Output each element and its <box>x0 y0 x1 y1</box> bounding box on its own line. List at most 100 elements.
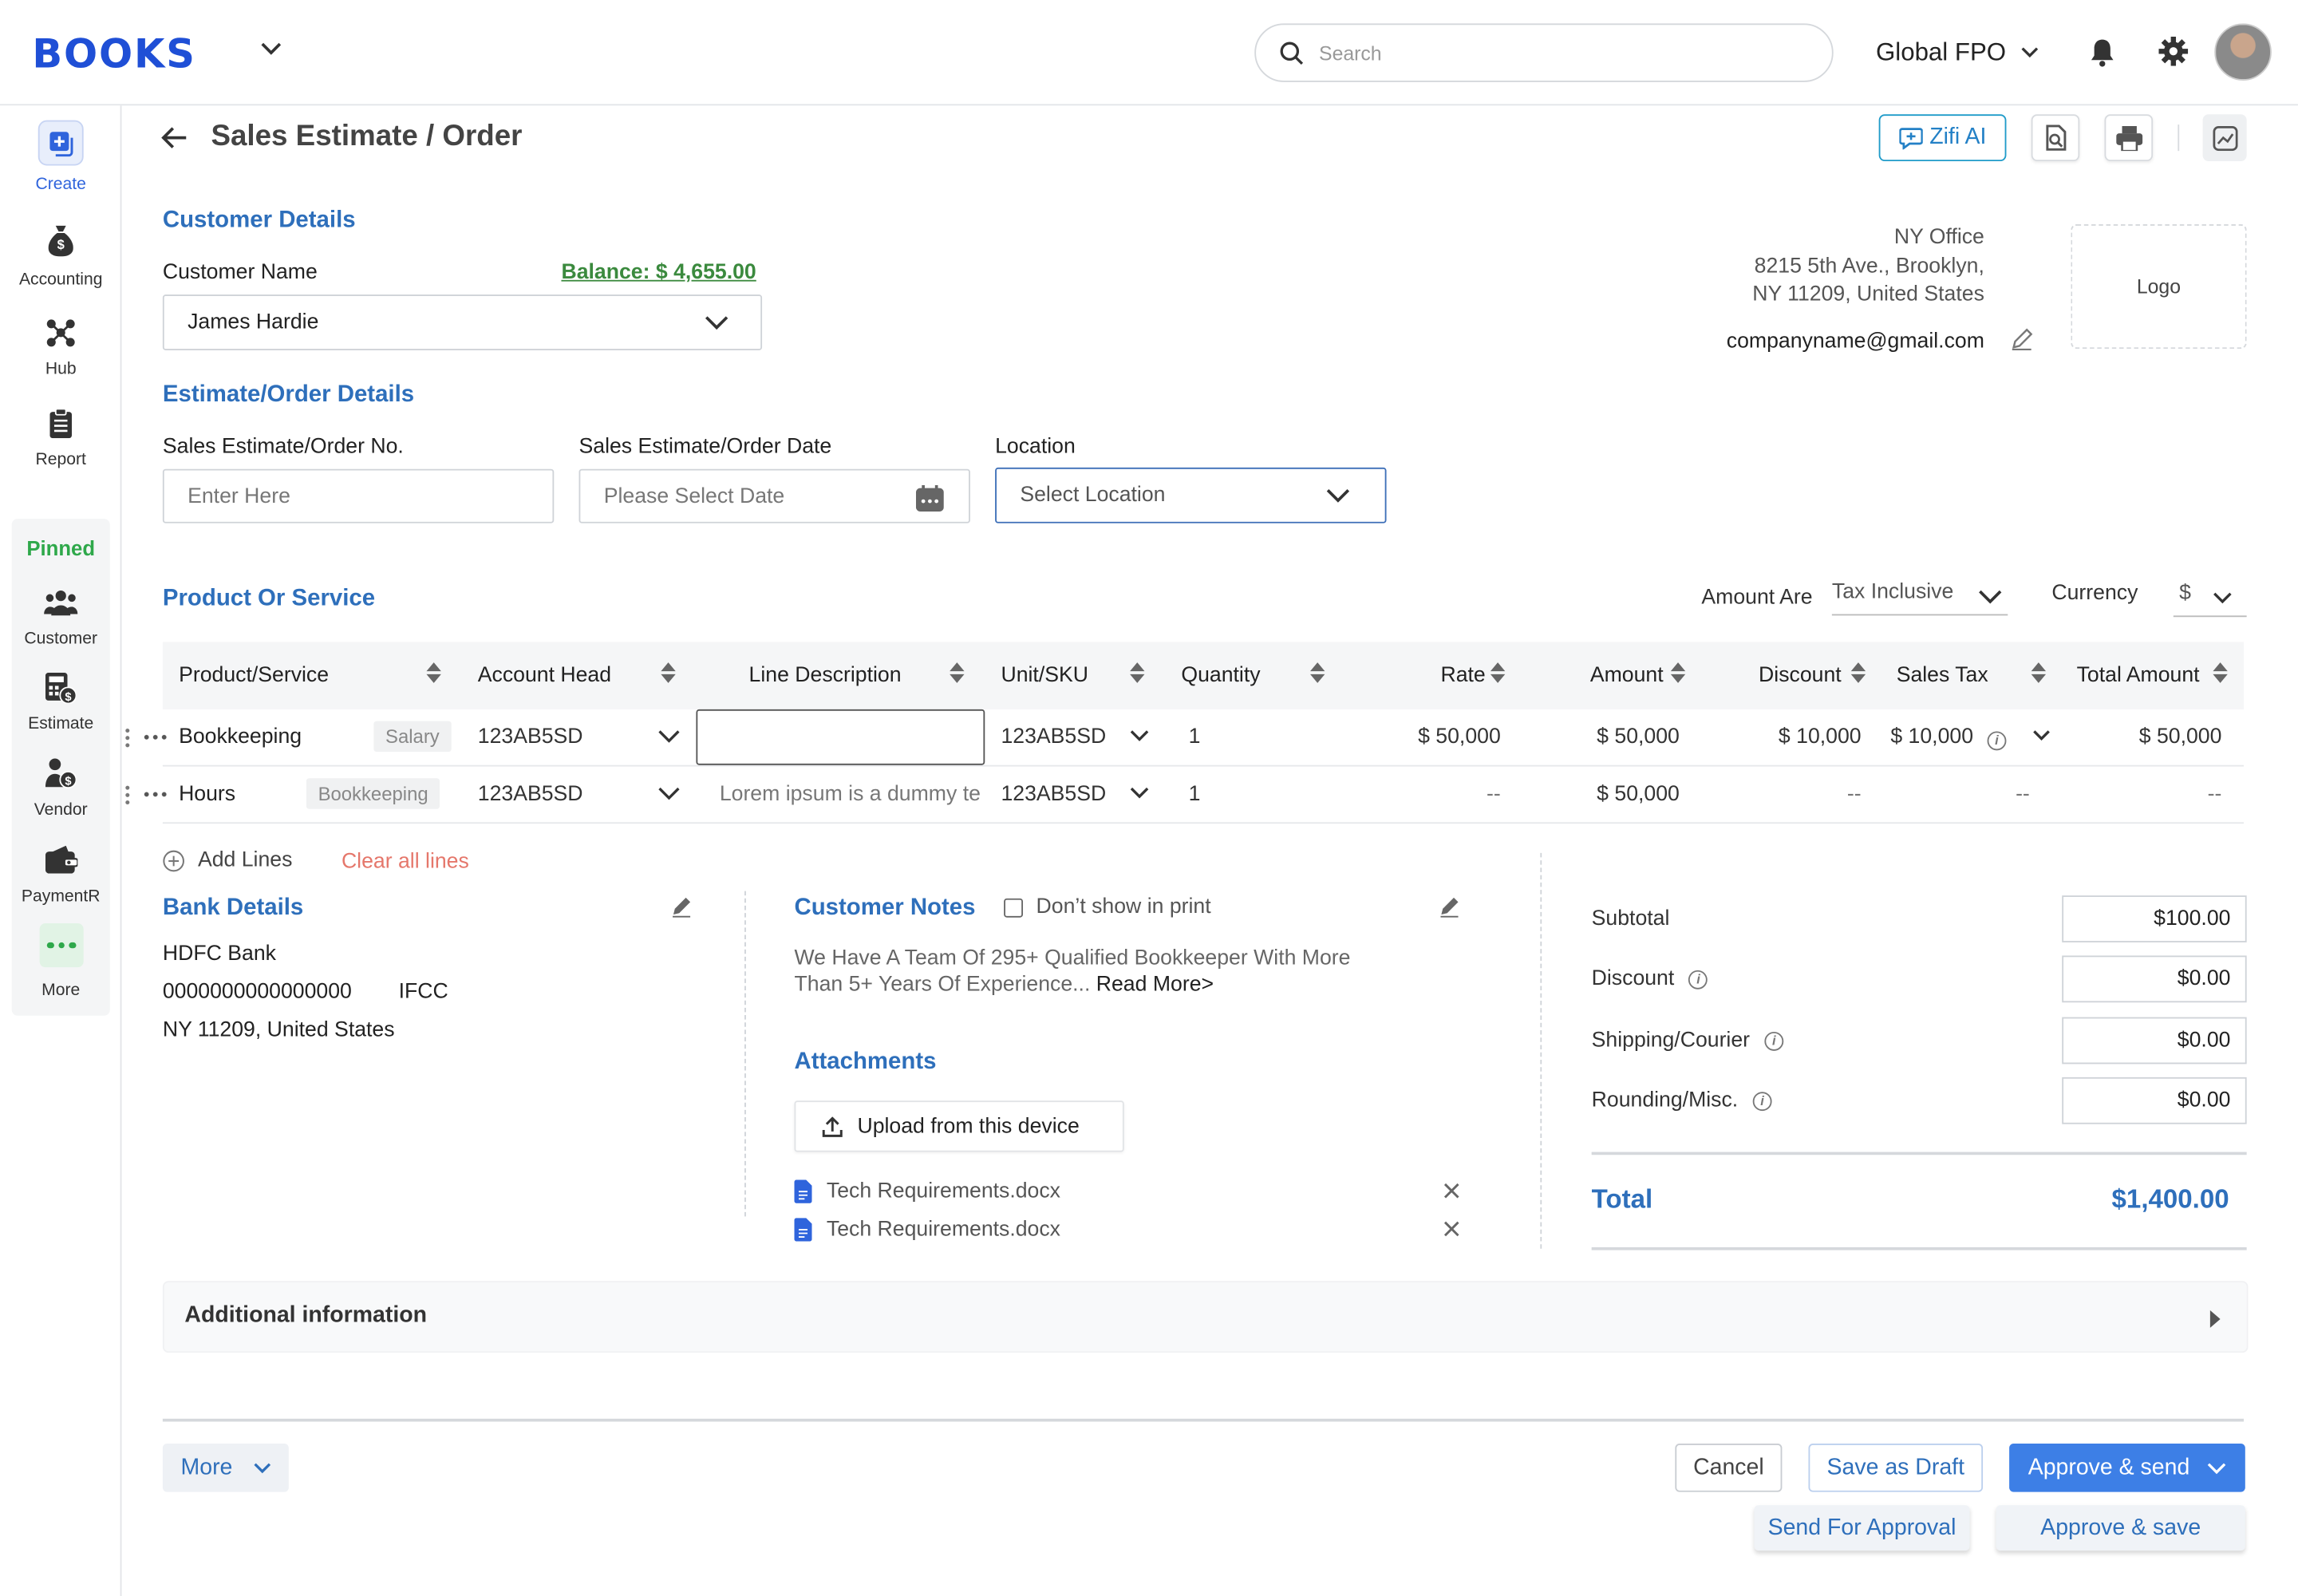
info-icon[interactable]: i <box>1987 727 2007 751</box>
row-unit[interactable]: 123AB5SD <box>1001 725 1106 749</box>
row-tax[interactable]: $ 10,000 <box>1890 725 1973 749</box>
chevron-down-icon[interactable] <box>1130 787 1149 800</box>
logo-dropdown-icon[interactable] <box>261 37 282 63</box>
discount-input[interactable]: $0.00 <box>2062 955 2247 1003</box>
row-discount[interactable]: -- <box>1847 783 1862 806</box>
row-account[interactable]: 123AB5SD <box>478 783 583 806</box>
estimate-date-input[interactable]: Please Select Date <box>578 468 970 523</box>
drag-handle-icon[interactable] <box>124 784 131 805</box>
rounding-label-text: Rounding/Misc. <box>1591 1088 1739 1112</box>
row-qty[interactable]: 1 <box>1189 783 1201 806</box>
sort-icon[interactable] <box>2213 659 2228 685</box>
amount-are-select[interactable]: Tax Inclusive <box>1831 580 2008 616</box>
search-input[interactable]: Search <box>1319 41 1382 64</box>
sidebar-item-label: PaymentR <box>21 887 101 907</box>
location-select[interactable]: Select Location <box>995 467 1387 523</box>
sort-icon[interactable] <box>1310 659 1325 685</box>
sort-icon[interactable] <box>1490 659 1506 685</box>
shipping-input[interactable]: $0.00 <box>2062 1017 2247 1065</box>
currency-select[interactable]: $ <box>2173 582 2247 618</box>
sidebar-item-vendor[interactable]: $ Vendor <box>0 758 121 825</box>
balance-link[interactable]: Balance: $ 4,655.00 <box>561 261 756 284</box>
read-more-link[interactable]: Read More> <box>1096 974 1214 997</box>
rounding-input[interactable]: $0.00 <box>2062 1077 2247 1124</box>
estimate-no-input[interactable]: Enter Here <box>162 468 555 523</box>
save-as-draft-button[interactable]: Save as Draft <box>1808 1444 1984 1492</box>
row-product[interactable]: Bookkeeping <box>179 725 302 749</box>
chevron-down-icon[interactable] <box>658 730 681 744</box>
attachment-item[interactable]: Tech Requirements.docx <box>794 1215 1463 1245</box>
row-account[interactable]: 123AB5SD <box>478 725 583 749</box>
sidebar-item-create[interactable]: Create <box>0 120 121 201</box>
search-bar[interactable]: Search <box>1254 23 1834 82</box>
row-description-input[interactable] <box>696 709 985 765</box>
sidebar-item-more[interactable]: More <box>0 923 121 1004</box>
close-icon[interactable] <box>1443 1221 1459 1237</box>
app-logo[interactable]: BOOKS <box>32 32 195 77</box>
row-description[interactable]: Lorem ipsum is a dummy te <box>720 783 986 806</box>
row-rate[interactable]: $ 50,000 <box>1418 725 1501 749</box>
sidebar-item-accounting[interactable]: $ Accounting <box>0 223 121 296</box>
sort-icon[interactable] <box>1670 659 1686 685</box>
sidebar-item-estimate[interactable]: $ Estimate <box>0 671 121 738</box>
customer-name-select[interactable]: James Hardie <box>162 294 763 350</box>
chevron-down-icon[interactable] <box>658 787 681 800</box>
gear-icon[interactable] <box>2158 36 2189 66</box>
edit-pencil-icon[interactable] <box>2011 328 2033 350</box>
preview-button[interactable] <box>2031 114 2080 162</box>
logo-placeholder[interactable]: Logo <box>2071 223 2247 350</box>
sort-icon[interactable] <box>1130 659 1145 685</box>
sidebar-item-report[interactable]: Report <box>0 408 121 478</box>
cancel-button[interactable]: Cancel <box>1675 1444 1783 1492</box>
sort-icon[interactable] <box>950 659 965 685</box>
attachment-item[interactable]: Tech Requirements.docx <box>794 1177 1463 1207</box>
more-button[interactable]: More <box>162 1444 289 1492</box>
subtotal-label: Subtotal <box>1592 907 1670 930</box>
add-lines-button[interactable]: Add Lines <box>163 848 292 872</box>
drag-handle-icon[interactable] <box>124 726 131 748</box>
chevron-down-icon[interactable] <box>2207 1462 2226 1474</box>
print-button[interactable] <box>2104 114 2154 162</box>
sort-icon[interactable] <box>2031 659 2047 685</box>
company-selector[interactable]: Global FPO <box>1876 38 2039 68</box>
wallet-icon <box>45 845 78 874</box>
location-placeholder: Select Location <box>1020 484 1166 508</box>
checkbox[interactable] <box>1004 897 1024 917</box>
row-discount[interactable]: $ 10,000 <box>1779 725 1862 749</box>
zifi-ai-button[interactable]: Zifi AI <box>1878 114 2007 162</box>
sidebar-item-paymentr[interactable]: PaymentR <box>0 844 121 911</box>
sidebar-item-customer[interactable]: Customer <box>0 587 121 651</box>
row-tax[interactable]: -- <box>2016 783 2030 806</box>
sidebar-item-label: Customer <box>24 630 97 648</box>
row-unit[interactable]: 123AB5SD <box>1001 783 1106 806</box>
row-rate[interactable]: -- <box>1487 783 1501 806</box>
approve-save-button[interactable]: Approve & save <box>1996 1505 2245 1551</box>
info-icon[interactable]: i <box>1752 1091 1772 1111</box>
sidebar-item-hub[interactable]: Hub <box>0 315 121 385</box>
chevron-down-icon[interactable] <box>2033 730 2051 742</box>
row-product[interactable]: Hours <box>179 783 235 806</box>
edit-pencil-icon[interactable] <box>1439 897 1460 918</box>
info-icon[interactable]: i <box>1688 969 1708 989</box>
close-icon[interactable] <box>1443 1183 1459 1199</box>
upload-button[interactable]: Upload from this device <box>794 1100 1124 1152</box>
row-qty[interactable]: 1 <box>1189 725 1201 749</box>
additional-information-panel[interactable]: Additional information <box>162 1281 2249 1353</box>
dont-show-in-print-checkbox[interactable]: Don’t show in print <box>1004 895 1211 919</box>
info-icon[interactable]: i <box>1764 1031 1784 1050</box>
divider <box>2178 124 2180 152</box>
edit-pencil-icon[interactable] <box>671 897 692 918</box>
sort-icon[interactable] <box>1850 659 1866 685</box>
rounding-label: Rounding/Misc. i <box>1592 1089 1772 1112</box>
back-arrow-icon[interactable] <box>161 126 188 149</box>
docx-file-icon <box>794 1179 812 1203</box>
send-for-approval-button[interactable]: Send For Approval <box>1754 1505 1970 1551</box>
avatar[interactable] <box>2214 23 2272 81</box>
sort-icon[interactable] <box>661 659 676 685</box>
clear-all-lines-link[interactable]: Clear all lines <box>342 850 469 873</box>
approve-send-button[interactable]: Approve & send <box>2009 1444 2245 1492</box>
chevron-down-icon[interactable] <box>1130 730 1149 744</box>
bell-icon[interactable] <box>2088 38 2116 68</box>
analytics-button[interactable] <box>2202 114 2247 162</box>
sort-icon[interactable] <box>426 659 441 685</box>
